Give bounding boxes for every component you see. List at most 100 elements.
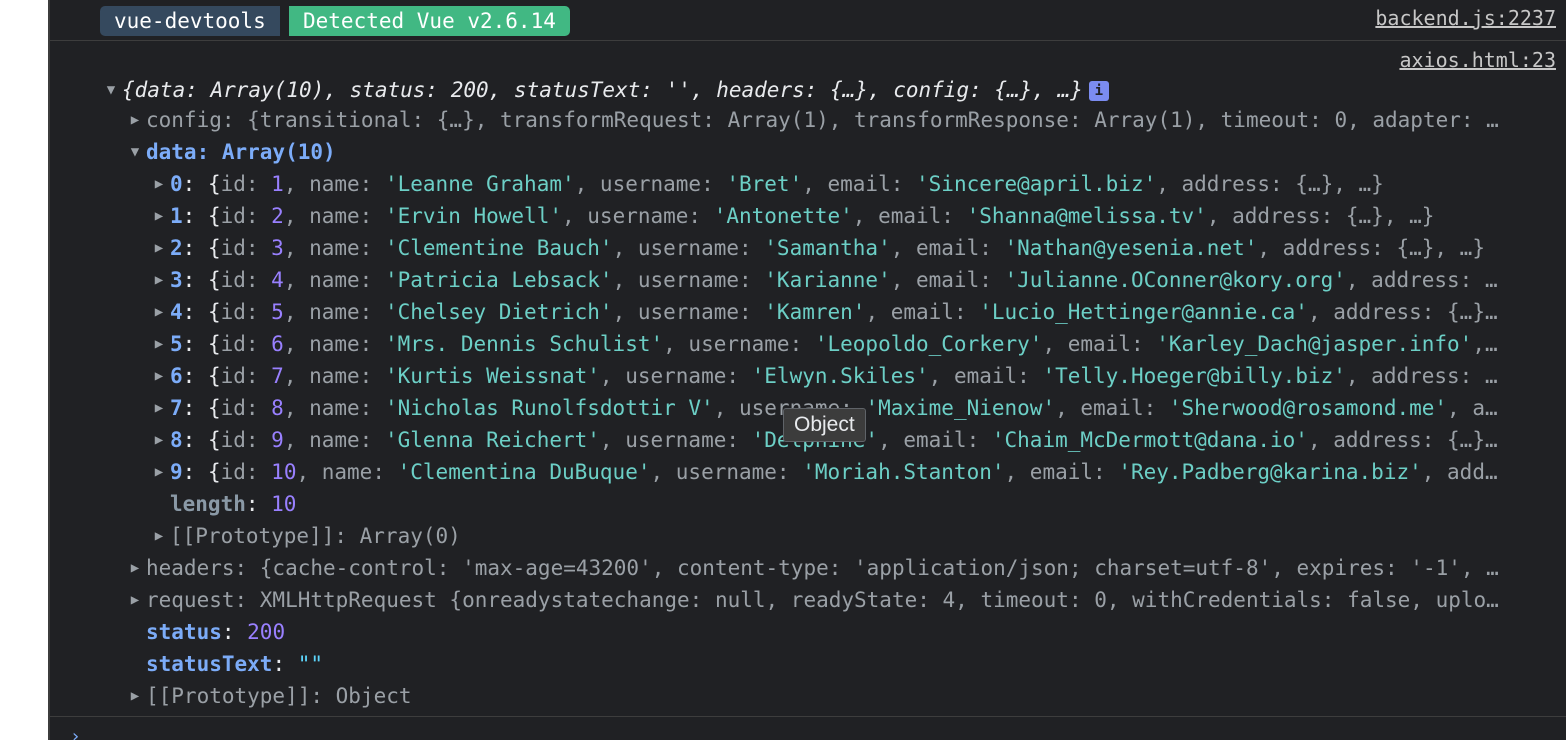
item-email: 'Lucio_Hettinger@annie.ca' [979, 300, 1308, 324]
expand-triangle-icon[interactable]: ▶ [148, 520, 170, 552]
expand-triangle-icon[interactable]: ▶ [148, 392, 170, 424]
item-username: 'Bret' [726, 172, 803, 196]
length-key: length [170, 492, 246, 516]
array-item-row[interactable]: ▶ 6: {id: 7, name: 'Kurtis Weissnat', use… [50, 360, 1566, 392]
item-id: 10 [271, 460, 297, 484]
item-id: 8 [271, 396, 284, 420]
info-icon[interactable]: i [1088, 81, 1109, 101]
data-label: data: Array(10) [146, 140, 336, 164]
item-username: 'Antonette' [713, 204, 853, 228]
object-prototype-text: [[Prototype]]: Object [146, 684, 412, 708]
summary-text: {data: Array(10), status: 200, statusTex… [122, 78, 1083, 102]
item-tail: , address: {…}… [1307, 428, 1498, 452]
item-tail: , address: {…}… [1307, 300, 1498, 324]
item-index: 0 [170, 172, 183, 196]
item-email: 'Julianne.OConner@kory.org' [1004, 268, 1346, 292]
array-item-row[interactable]: ▶ 3: {id: 4, name: 'Patricia Lebsack', us… [50, 264, 1566, 296]
expand-triangle-icon[interactable]: ▶ [124, 584, 146, 616]
item-username: 'Elwyn.Skiles' [751, 364, 929, 388]
statustext-row: statusText: "" [146, 652, 324, 676]
array-prototype-row[interactable]: ▶ [[Prototype]]: Array(0) [50, 520, 1566, 552]
item-email: 'Nathan@yesenia.net' [1004, 236, 1258, 260]
length-value: 10 [271, 492, 297, 516]
array-item-row[interactable]: ▶ 9: {id: 10, name: 'Clementina DuBuque',… [50, 456, 1566, 488]
array-item-row[interactable]: ▶ 0: {id: 1, name: 'Leanne Graham', usern… [50, 168, 1566, 200]
item-username: 'Kamren' [764, 300, 866, 324]
item-name: 'Clementine Bauch' [384, 236, 613, 260]
status-key: status [146, 620, 222, 644]
expand-triangle-icon[interactable]: ▶ [148, 232, 170, 264]
expand-triangle-icon[interactable]: ▶ [148, 360, 170, 392]
item-id: 4 [271, 268, 284, 292]
item-email: 'Karley_Dach@jasper.info' [1156, 332, 1473, 356]
status-row: status: 200 [146, 620, 286, 644]
item-name: 'Nicholas Runolfsdottir V' [384, 396, 714, 420]
item-username: 'Moriah.Stanton' [802, 460, 1005, 484]
statustext-value: "" [297, 652, 324, 676]
item-name: 'Mrs. Dennis Schulist' [384, 332, 664, 356]
item-index: 7 [170, 396, 183, 420]
response-summary[interactable]: ▼ {data: Array(10), status: 200, statusTe… [50, 74, 1566, 106]
expand-triangle-icon[interactable]: ▶ [148, 456, 170, 488]
data-row[interactable]: ▼ data: Array(10) [50, 136, 1566, 168]
array-item-row[interactable]: ▶ 5: {id: 6, name: 'Mrs. Dennis Schulist'… [50, 328, 1566, 360]
item-id: 2 [271, 204, 284, 228]
config-row[interactable]: ▶ config: {transitional: {…}, transformRe… [50, 104, 1566, 136]
item-email: 'Rey.Padberg@karina.biz' [1118, 460, 1422, 484]
expand-triangle-icon[interactable]: ▶ [148, 200, 170, 232]
array-prototype-text: [[Prototype]]: Array(0) [170, 524, 461, 548]
expand-triangle-icon[interactable]: ▶ [124, 552, 146, 584]
item-email: 'Sherwood@rosamond.me' [1168, 396, 1448, 420]
array-item-row[interactable]: ▶ 4: {id: 5, name: 'Chelsey Dietrich', us… [50, 296, 1566, 328]
row-divider [50, 716, 1566, 717]
headers-row[interactable]: ▶ headers: {cache-control: 'max-age=43200… [50, 552, 1566, 584]
item-id: 9 [271, 428, 284, 452]
detected-vue-badge: Detected Vue v2.6.14 [289, 6, 570, 36]
object-tooltip: Object [783, 408, 866, 442]
item-id: 6 [271, 332, 284, 356]
length-row: length: 10 [170, 492, 297, 516]
item-tail: , address: … [1345, 268, 1498, 292]
item-username: 'Samantha' [764, 236, 891, 260]
item-index: 1 [170, 204, 183, 228]
collapse-triangle-icon[interactable]: ▼ [100, 74, 122, 106]
expand-triangle-icon[interactable]: ▶ [148, 424, 170, 456]
item-tail: , a… [1447, 396, 1498, 420]
statustext-key: statusText [146, 652, 273, 676]
expand-triangle-icon[interactable]: ▶ [124, 104, 146, 136]
status-value: 200 [247, 620, 286, 644]
item-name: 'Clementina DuBuque' [397, 460, 651, 484]
item-index: 3 [170, 268, 183, 292]
item-name: 'Leanne Graham' [384, 172, 575, 196]
expand-triangle-icon[interactable]: ▶ [148, 168, 170, 200]
item-index: 9 [170, 460, 183, 484]
collapse-triangle-icon[interactable]: ▼ [124, 136, 146, 168]
expand-triangle-icon[interactable]: ▶ [148, 296, 170, 328]
item-id: 1 [271, 172, 284, 196]
item-name: 'Chelsey Dietrich' [384, 300, 613, 324]
item-name: 'Ervin Howell' [384, 204, 562, 228]
array-item-row[interactable]: ▶ 1: {id: 2, name: 'Ervin Howell', userna… [50, 200, 1566, 232]
item-id: 7 [271, 364, 284, 388]
item-username: 'Karianne' [764, 268, 891, 292]
array-item-row[interactable]: ▶ 2: {id: 3, name: 'Clementine Bauch', us… [50, 232, 1566, 264]
item-email: 'Chaim_McDermott@dana.io' [991, 428, 1308, 452]
vue-devtools-badge: vue-devtools [100, 6, 280, 36]
item-email: 'Telly.Hoeger@billy.biz' [1042, 364, 1346, 388]
item-email: 'Sincere@april.biz' [916, 172, 1157, 196]
request-row[interactable]: ▶ request: XMLHttpRequest {onreadystatech… [50, 584, 1566, 616]
item-tail: , address: {…}, …} [1257, 236, 1485, 260]
expand-triangle-icon[interactable]: ▶ [148, 328, 170, 360]
object-prototype-row[interactable]: ▶ [[Prototype]]: Object [50, 680, 1566, 712]
item-tail: , address: … [1345, 364, 1498, 388]
backend-source-link[interactable]: backend.js:2237 [1375, 6, 1556, 30]
item-username: 'Maxime_Nienow' [865, 396, 1056, 420]
item-tail: , address: {…}, …} [1206, 204, 1435, 228]
expand-triangle-icon[interactable]: ▶ [124, 680, 146, 712]
expand-triangle-icon[interactable]: ▶ [148, 264, 170, 296]
console-prompt-icon[interactable]: › [70, 726, 81, 740]
item-name: 'Kurtis Weissnat' [384, 364, 600, 388]
item-tail: , add… [1421, 460, 1498, 484]
item-email: 'Shanna@melissa.tv' [966, 204, 1207, 228]
axios-source-link[interactable]: axios.html:23 [1399, 48, 1556, 72]
